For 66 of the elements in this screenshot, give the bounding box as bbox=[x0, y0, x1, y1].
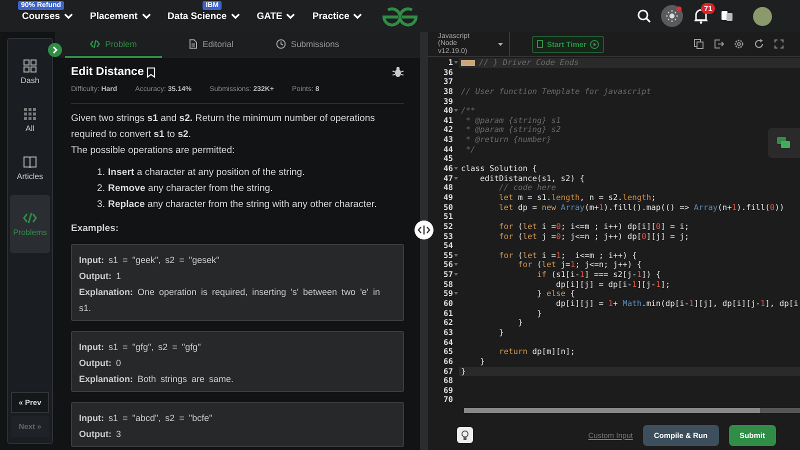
chat-icon bbox=[777, 137, 791, 149]
list-number: 2. bbox=[97, 182, 106, 196]
nav-menu[interactable]: Placement bbox=[90, 0, 151, 32]
example-text: Output: 0 bbox=[79, 357, 122, 370]
fold-arrow-icon[interactable] bbox=[454, 263, 458, 266]
tab[interactable]: Editorial bbox=[162, 32, 259, 58]
fullscreen-icon[interactable] bbox=[774, 39, 784, 49]
operation-text: Insert a character at any position of the string. bbox=[108, 166, 305, 180]
chevron-down-icon bbox=[286, 13, 296, 19]
list-number: 1. bbox=[97, 166, 106, 180]
example-text: Input: s1 = "abcd", s2 = "bcfe" bbox=[79, 412, 214, 425]
fold-arrow-icon[interactable] bbox=[454, 61, 458, 64]
operation-text: Replace any character from the string with any other character. bbox=[108, 198, 377, 212]
example-text: Output: 1 bbox=[79, 270, 122, 283]
examples-heading: Examples: bbox=[71, 223, 120, 234]
fold-arrow-icon[interactable] bbox=[454, 167, 458, 170]
operation-text: Remove any character from the string. bbox=[108, 182, 273, 196]
nav-menu[interactable]: Practice bbox=[312, 0, 362, 32]
tab[interactable]: Problem bbox=[65, 32, 162, 58]
bug-icon[interactable] bbox=[392, 66, 404, 78]
chat-button[interactable] bbox=[768, 128, 800, 158]
dash-icon bbox=[23, 59, 37, 73]
fold-arrow-icon[interactable] bbox=[454, 273, 458, 276]
example-text: Input: s1 = "geek", s2 = "gesek" bbox=[79, 254, 220, 267]
problems-icon bbox=[23, 211, 37, 225]
sidebar-item[interactable]: All bbox=[10, 99, 50, 141]
folded-code-marker[interactable] bbox=[461, 60, 475, 66]
chevron-down-icon bbox=[142, 13, 151, 19]
tab[interactable]: Submissions bbox=[259, 32, 356, 58]
example-text: Explanation: Both strings are same. bbox=[79, 373, 235, 386]
all-icon bbox=[23, 107, 37, 121]
reset-icon[interactable] bbox=[754, 39, 764, 49]
clock-icon bbox=[276, 39, 286, 49]
logo-icon bbox=[381, 6, 419, 28]
settings-icon[interactable] bbox=[734, 39, 744, 49]
theme-toggle-icon[interactable] bbox=[661, 5, 683, 27]
translate-icon[interactable] bbox=[721, 10, 733, 22]
copy-icon[interactable] bbox=[694, 39, 704, 49]
description-text: Given two strings s1 and s2. Return the minimum number of operations required to convert s1 to s2. bbox=[71, 112, 376, 142]
exit-icon[interactable] bbox=[714, 39, 724, 49]
code-icon bbox=[90, 39, 100, 49]
caret-icon bbox=[498, 42, 503, 46]
sidebar-item[interactable]: Articles bbox=[10, 147, 50, 189]
avatar[interactable] bbox=[753, 6, 772, 26]
description-text: The possible operations are permitted: bbox=[71, 144, 236, 158]
list-number: 3. bbox=[97, 198, 106, 212]
fold-arrow-icon[interactable] bbox=[454, 292, 458, 296]
chevron-down-icon bbox=[353, 13, 362, 19]
expand-toggle-icon[interactable] bbox=[48, 43, 62, 57]
doc-icon bbox=[188, 39, 198, 49]
example-text: Input: s1 = "gfg", s2 = "gfg" bbox=[79, 341, 202, 354]
example-text: Output: 3 bbox=[79, 428, 122, 441]
example-text: Explanation: One operation is required, inserting 's' between two 'e' in s1. bbox=[79, 286, 382, 315]
nav-menu[interactable]: GATE bbox=[256, 0, 296, 32]
sidebar-item[interactable]: Dash bbox=[10, 51, 50, 93]
fold-arrow-icon[interactable] bbox=[454, 176, 458, 180]
bookmark-icon[interactable] bbox=[146, 66, 156, 78]
chevron-down-icon bbox=[230, 13, 240, 19]
problem-title: Edit Distance bbox=[71, 66, 144, 78]
fold-arrow-icon[interactable] bbox=[454, 254, 458, 257]
search-icon[interactable] bbox=[637, 9, 651, 23]
articles-icon bbox=[23, 155, 37, 169]
play-icon bbox=[590, 40, 600, 48]
chevron-down-icon bbox=[64, 13, 74, 19]
lightbulb-icon[interactable] bbox=[457, 427, 473, 443]
fold-arrow-icon[interactable] bbox=[454, 109, 458, 112]
